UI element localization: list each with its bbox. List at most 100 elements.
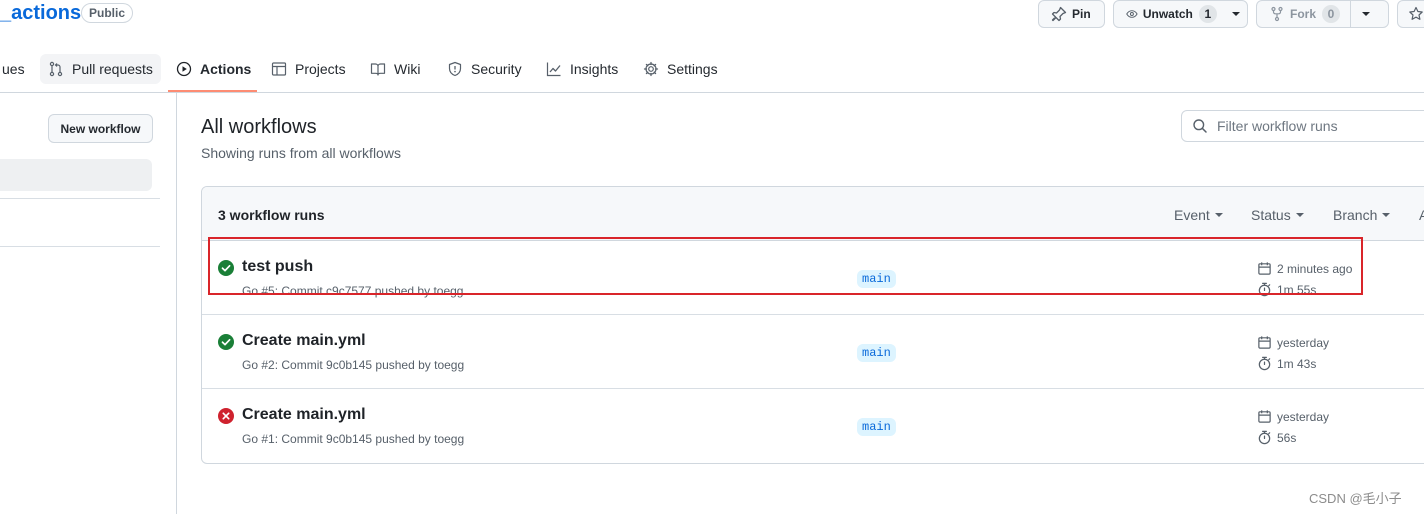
search-icon <box>1193 119 1207 133</box>
star-button[interactable] <box>1397 0 1424 28</box>
run-meta: Go #5: Commit c9c7577 pushed by toegg <box>242 284 464 298</box>
branch-tag[interactable]: main <box>857 344 896 362</box>
sidebar-divider <box>0 246 160 247</box>
stopwatch-icon <box>1258 282 1271 297</box>
check-circle-icon <box>218 260 234 276</box>
pin-icon <box>1051 6 1067 22</box>
table-icon <box>271 62 287 76</box>
tab-insights[interactable]: Insights <box>538 54 626 84</box>
tab-label: ues <box>2 61 25 77</box>
fork-dropdown[interactable] <box>1350 1 1380 27</box>
run-meta: Go #2: Commit 9c0b145 pushed by toegg <box>242 358 465 372</box>
branch-tag[interactable]: main <box>857 418 896 436</box>
runs-count: 3 workflow runs <box>218 207 325 223</box>
runs-list-header: 3 workflow runs Event Status Branch A <box>202 187 1424 241</box>
event-filter[interactable]: Event <box>1174 207 1223 223</box>
tab-pull-requests[interactable]: Pull requests <box>40 54 161 84</box>
tab-actions[interactable]: Actions <box>168 54 259 84</box>
actor-filter[interactable]: A <box>1419 207 1424 223</box>
run-row[interactable]: Create main.yml Go #2: Commit 9c0b145 pu… <box>202 315 1424 389</box>
run-time-label: 2 minutes ago <box>1277 261 1353 276</box>
fork-icon <box>1271 6 1283 22</box>
unwatch-dropdown[interactable] <box>1225 1 1247 27</box>
filter-input[interactable] <box>1217 118 1417 134</box>
tab-wiki[interactable]: Wiki <box>362 54 428 84</box>
eye-icon <box>1126 10 1138 18</box>
x-circle-icon <box>218 408 234 424</box>
chevron-down-icon <box>1295 213 1304 217</box>
run-time: 2 minutes ago <box>1257 261 1352 276</box>
pin-button[interactable]: Pin <box>1038 0 1105 28</box>
run-time-label: yesterday <box>1277 409 1330 424</box>
tab-label: Pull requests <box>72 61 153 77</box>
fork-label: Fork <box>1290 7 1317 21</box>
pull-request-icon <box>49 61 63 77</box>
sidebar-item-all-workflows[interactable] <box>0 159 152 191</box>
repo-nav-tabs: ues Pull requests Actions Projects Wiki … <box>0 48 1424 93</box>
fork-count: 0 <box>1322 5 1341 23</box>
calendar-icon <box>1258 336 1271 349</box>
tab-projects[interactable]: Projects <box>263 54 354 84</box>
selected-tab-indicator <box>168 90 257 92</box>
run-title[interactable]: test push <box>242 258 313 276</box>
run-duration-label: 56s <box>1277 430 1297 445</box>
shield-icon <box>448 61 462 77</box>
watermark: CSDN @毛小子 <box>1309 491 1402 506</box>
tab-label: Insights <box>570 61 619 77</box>
run-duration-label: 1m 43s <box>1277 356 1317 371</box>
tab-issues[interactable]: ues <box>0 54 33 84</box>
branch-filter[interactable]: Branch <box>1333 207 1391 223</box>
run-title[interactable]: Create main.yml <box>242 332 366 350</box>
play-icon <box>176 61 192 77</box>
unwatch-label: Unwatch <box>1142 7 1193 21</box>
visibility-badge: Public <box>81 3 134 23</box>
chevron-down-icon <box>1361 12 1370 16</box>
fork-button[interactable]: Fork 0 <box>1256 0 1389 28</box>
calendar-icon <box>1258 262 1271 275</box>
tab-label: Actions <box>200 61 252 77</box>
run-time: yesterday <box>1257 409 1329 424</box>
run-time: yesterday <box>1257 335 1329 350</box>
graph-icon <box>546 62 561 77</box>
book-icon <box>370 63 386 76</box>
branch-filter-label: Branch <box>1333 207 1378 223</box>
repo-name-link[interactable]: _actions <box>0 2 81 25</box>
page-subtitle: Showing runs from all workflows <box>201 145 401 161</box>
filter-workflow-runs[interactable] <box>1181 110 1424 142</box>
gear-icon <box>643 61 659 77</box>
tab-label: Wiki <box>394 61 421 77</box>
run-duration: 1m 55s <box>1257 282 1316 297</box>
run-title[interactable]: Create main.yml <box>242 406 366 424</box>
event-filter-label: Event <box>1174 207 1210 223</box>
calendar-icon <box>1258 410 1271 423</box>
run-duration-label: 1m 55s <box>1277 282 1317 297</box>
chevron-down-icon <box>1231 12 1240 16</box>
tab-label: Projects <box>295 61 346 77</box>
new-workflow-button[interactable]: New workflow <box>48 114 153 143</box>
tab-label: Security <box>471 61 522 77</box>
page-title: All workflows <box>201 116 317 138</box>
tab-label: Settings <box>667 61 718 77</box>
watch-count: 1 <box>1198 5 1217 23</box>
stopwatch-icon <box>1258 430 1271 445</box>
tab-settings[interactable]: Settings <box>635 54 726 84</box>
chevron-down-icon <box>1382 213 1391 217</box>
pin-label: Pin <box>1072 7 1091 21</box>
chevron-down-icon <box>1214 213 1223 217</box>
sidebar-border <box>176 93 177 514</box>
branch-tag[interactable]: main <box>857 270 896 288</box>
run-duration: 1m 43s <box>1257 356 1316 371</box>
unwatch-button[interactable]: Unwatch 1 <box>1113 0 1248 28</box>
run-duration: 56s <box>1257 430 1296 445</box>
stopwatch-icon <box>1258 356 1271 371</box>
run-meta: Go #1: Commit 9c0b145 pushed by toegg <box>242 432 465 446</box>
run-row[interactable]: test push Go #5: Commit c9c7577 pushed b… <box>202 241 1424 315</box>
actor-filter-label: A <box>1419 207 1424 223</box>
status-filter-label: Status <box>1251 207 1291 223</box>
status-filter[interactable]: Status <box>1251 207 1304 223</box>
run-time-label: yesterday <box>1277 335 1330 350</box>
sidebar-divider <box>0 198 160 199</box>
tab-security[interactable]: Security <box>439 54 530 84</box>
run-row[interactable]: Create main.yml Go #1: Commit 9c0b145 pu… <box>202 389 1424 463</box>
workflow-runs-list: 3 workflow runs Event Status Branch A te… <box>201 186 1424 464</box>
